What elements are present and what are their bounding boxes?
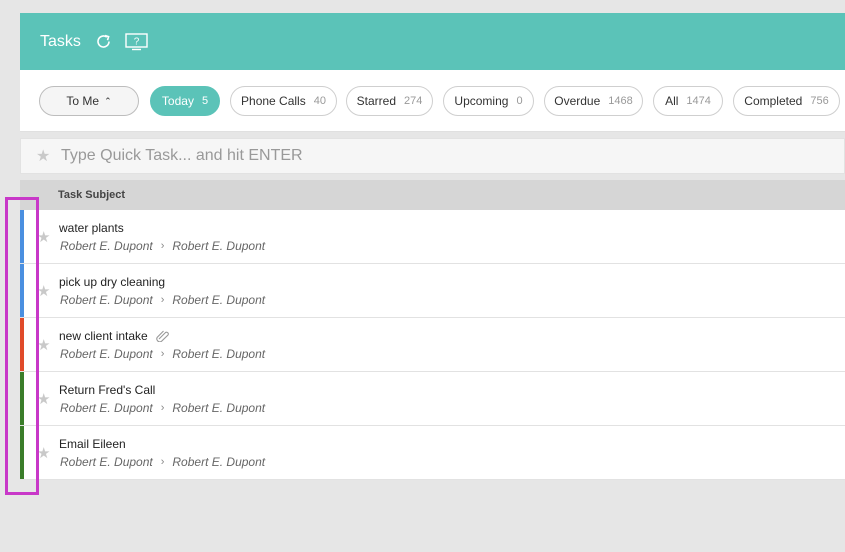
filter-count: 5	[201, 95, 209, 107]
filter-label: Overdue	[554, 94, 601, 108]
star-icon[interactable]: ★	[37, 336, 50, 354]
assigned-to: Robert E. Dupont	[172, 347, 266, 361]
priority-color-bar	[20, 210, 24, 263]
assigned-by: Robert E. Dupont	[60, 347, 153, 361]
filter-label: Upcoming	[454, 94, 509, 108]
table-row[interactable]: ★ water plants Robert E. Dupont › Robert…	[20, 210, 845, 264]
app-header: Tasks ?	[20, 13, 845, 70]
star-icon[interactable]: ★	[37, 444, 50, 462]
filter-label: Today	[161, 94, 194, 108]
tasks-app: Tasks ? To Me ⌃ Today 5 Phone Calls 40 S…	[20, 13, 845, 552]
task-assignment: Robert E. Dupont › Robert E. Dupont	[60, 347, 265, 361]
filter-all[interactable]: All 1474	[653, 86, 723, 116]
assigned-to: Robert E. Dupont	[172, 293, 266, 307]
filter-starred[interactable]: Starred 274	[346, 86, 433, 116]
chevron-right-icon: ›	[160, 240, 165, 252]
assigned-by: Robert E. Dupont	[60, 293, 153, 307]
task-subject: new client intake	[59, 329, 170, 343]
task-subject-text: Return Fred's Call	[59, 383, 156, 397]
help-icon-glyph: ?	[134, 36, 140, 47]
task-subject-text: pick up dry cleaning	[59, 275, 166, 289]
task-assignment: Robert E. Dupont › Robert E. Dupont	[60, 455, 265, 469]
task-assignment: Robert E. Dupont › Robert E. Dupont	[60, 401, 265, 415]
filter-label: Starred	[356, 94, 396, 108]
filter-label: Phone Calls	[241, 94, 306, 108]
filter-label: Completed	[744, 94, 803, 108]
task-subject: Return Fred's Call	[59, 383, 155, 397]
filter-completed[interactable]: Completed 756	[733, 86, 840, 116]
priority-color-bar	[20, 264, 24, 317]
to-me-label: To Me	[66, 94, 100, 108]
star-icon[interactable]: ★	[37, 228, 50, 246]
task-subject-text: Email Eileen	[59, 437, 126, 451]
filter-overdue[interactable]: Overdue 1468	[544, 86, 643, 116]
chevron-right-icon: ›	[160, 294, 165, 306]
task-subject: water plants	[59, 221, 124, 235]
filter-count: 1474	[686, 95, 711, 107]
table-row[interactable]: ★ new client intake Robert E. Dupont › R…	[20, 318, 845, 372]
quick-task-input[interactable]	[61, 147, 761, 165]
table-header: Task Subject	[20, 180, 845, 210]
filter-count: 0	[516, 95, 523, 107]
task-subject-text: new client intake	[59, 329, 148, 343]
assigned-to: Robert E. Dupont	[172, 401, 266, 415]
task-subject: pick up dry cleaning	[59, 275, 165, 289]
filter-count: 756	[810, 95, 829, 107]
chevron-up-icon: ⌃	[104, 95, 112, 106]
filter-count: 1468	[608, 95, 633, 107]
priority-color-bar	[20, 318, 24, 371]
assigned-by: Robert E. Dupont	[60, 455, 153, 469]
chevron-right-icon: ›	[160, 348, 165, 360]
paperclip-icon[interactable]	[156, 330, 170, 342]
column-header-task-subject[interactable]: Task Subject	[58, 189, 125, 201]
filter-today[interactable]: Today 5	[150, 86, 220, 116]
filter-bar: To Me ⌃ Today 5 Phone Calls 40 Starred 2…	[20, 70, 845, 132]
star-icon[interactable]: ★	[37, 282, 50, 300]
filter-upcoming[interactable]: Upcoming 0	[443, 86, 534, 116]
assigned-by: Robert E. Dupont	[60, 239, 153, 253]
help-icon[interactable]: ?	[125, 32, 149, 51]
table-row[interactable]: ★ Email Eileen Robert E. Dupont › Robert…	[20, 426, 845, 480]
to-me-dropdown[interactable]: To Me ⌃	[39, 86, 139, 116]
refresh-icon[interactable]	[95, 33, 113, 51]
table-row[interactable]: ★ Return Fred's Call Robert E. Dupont › …	[20, 372, 845, 426]
assigned-by: Robert E. Dupont	[60, 401, 153, 415]
task-subject: Email Eileen	[59, 437, 126, 451]
star-icon[interactable]: ★	[37, 390, 50, 408]
page-title: Tasks	[40, 32, 81, 50]
filter-label: All	[665, 94, 679, 108]
filter-phone-calls[interactable]: Phone Calls 40	[230, 86, 337, 116]
star-icon[interactable]: ★	[36, 146, 52, 166]
assigned-to: Robert E. Dupont	[172, 455, 266, 469]
assigned-to: Robert E. Dupont	[172, 239, 266, 253]
priority-color-bar	[20, 372, 24, 425]
task-list: ★ water plants Robert E. Dupont › Robert…	[20, 210, 845, 480]
chevron-right-icon: ›	[160, 402, 165, 414]
task-assignment: Robert E. Dupont › Robert E. Dupont	[60, 239, 265, 253]
filter-count: 274	[404, 95, 423, 107]
quick-task-bar: ★	[20, 138, 845, 174]
priority-color-bar	[20, 426, 24, 479]
filter-count: 40	[313, 95, 326, 107]
table-row[interactable]: ★ pick up dry cleaning Robert E. Dupont …	[20, 264, 845, 318]
task-subject-text: water plants	[59, 221, 124, 235]
task-assignment: Robert E. Dupont › Robert E. Dupont	[60, 293, 265, 307]
chevron-right-icon: ›	[160, 456, 165, 468]
